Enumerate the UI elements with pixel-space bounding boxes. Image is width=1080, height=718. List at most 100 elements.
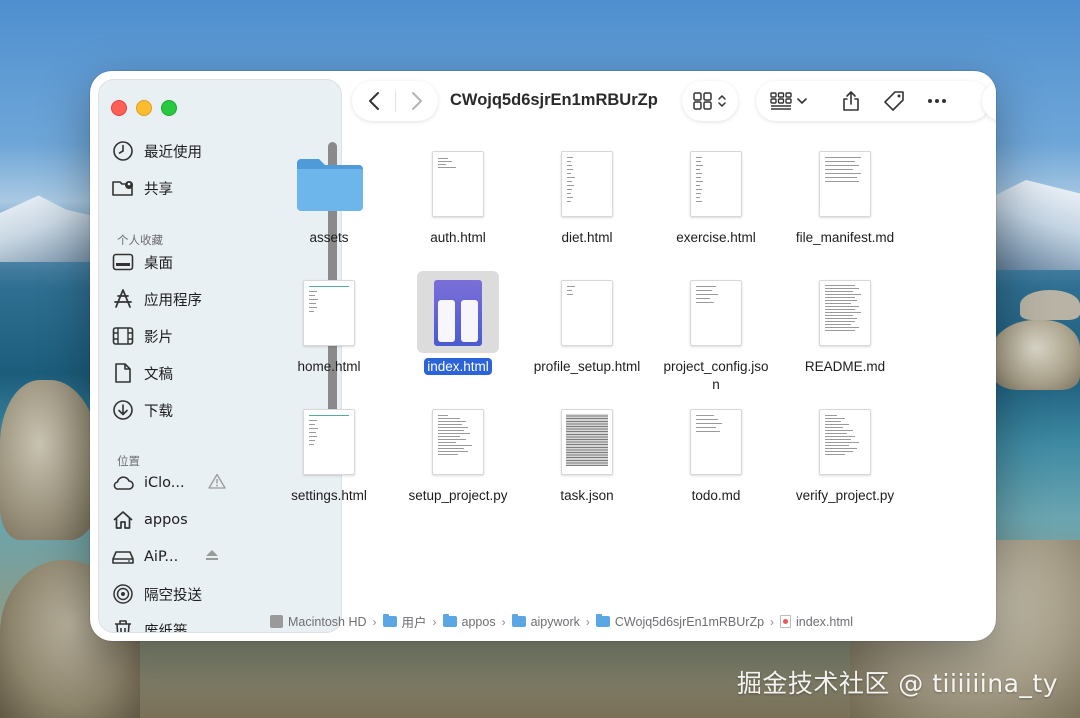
chevron-right-icon: › bbox=[770, 614, 775, 629]
close-button[interactable] bbox=[111, 100, 127, 116]
sidebar-item-applications[interactable]: 应用程序 bbox=[111, 284, 202, 314]
wallpaper-mountain bbox=[990, 180, 1080, 270]
file-name: project_config.jso n bbox=[651, 358, 781, 394]
back-button[interactable] bbox=[353, 91, 395, 111]
chevron-down-icon bbox=[797, 98, 807, 105]
sidebar-item-label: appos bbox=[144, 512, 188, 528]
desktop-icon bbox=[111, 250, 135, 274]
folder-icon bbox=[382, 614, 397, 627]
path-bar: Macintosh HD › 用户 › appos › aipywork › C… bbox=[270, 612, 853, 631]
zoom-button[interactable] bbox=[161, 100, 177, 116]
path-segment-label: CWojq5d6sjrEn1mRBUrZp bbox=[614, 614, 765, 629]
path-segment-label: appos bbox=[461, 614, 496, 629]
wallpaper-rock bbox=[990, 320, 1080, 390]
file-name: index.html bbox=[393, 358, 523, 376]
grid-view-icon bbox=[693, 92, 712, 110]
window-title: CWojq5d6sjrEn1mRBUrZp bbox=[450, 91, 658, 109]
more-icon bbox=[928, 99, 946, 103]
forward-button[interactable] bbox=[396, 91, 438, 111]
sidebar-item-label: AiP... bbox=[144, 549, 179, 565]
path-segment[interactable]: Macintosh HD bbox=[270, 615, 367, 629]
view-mode-button[interactable] bbox=[682, 81, 738, 121]
file-thumbnail bbox=[690, 280, 742, 346]
finder-window: 最近使用 共享 个人收藏 桌面 应用程序 影片 文稿 下载 位置 iClo...… bbox=[90, 71, 996, 641]
sidebar-item-trash[interactable]: 废纸篓 bbox=[111, 615, 188, 633]
sidebar-item-recents[interactable]: 最近使用 bbox=[111, 136, 202, 166]
dense-text-preview bbox=[566, 414, 608, 466]
trash-icon bbox=[111, 618, 135, 632]
file-name: todo.md bbox=[691, 488, 741, 503]
path-segment-label: 用户 bbox=[401, 616, 427, 630]
file-thumbnail bbox=[819, 280, 871, 346]
tag-icon bbox=[884, 91, 904, 111]
file-thumbnail bbox=[561, 151, 613, 217]
sidebar-section-locations: 位置 bbox=[117, 454, 140, 468]
eject-icon[interactable] bbox=[205, 549, 219, 565]
chevron-right-icon bbox=[411, 92, 422, 110]
more-button[interactable] bbox=[927, 98, 947, 104]
file-name-selected: index.html bbox=[424, 358, 492, 375]
group-button[interactable] bbox=[770, 92, 807, 110]
file-name: auth.html bbox=[430, 230, 486, 245]
applications-icon bbox=[111, 287, 135, 311]
file-name-line: project_config.jso bbox=[663, 359, 769, 374]
sidebar-item-documents[interactable]: 文稿 bbox=[111, 358, 173, 388]
shared-folder-icon bbox=[111, 176, 135, 200]
actions-group bbox=[756, 81, 990, 121]
chevron-right-icon: › bbox=[372, 614, 377, 629]
movies-icon bbox=[111, 324, 135, 348]
path-segment-label: aipywork bbox=[530, 614, 580, 629]
file-name: settings.html bbox=[291, 488, 367, 503]
share-button[interactable] bbox=[841, 90, 861, 112]
toolbar: CWojq5d6sjrEn1mRBUrZp bbox=[352, 79, 996, 123]
file-name: exercise.html bbox=[676, 230, 756, 245]
clock-icon bbox=[111, 139, 135, 163]
chevron-right-icon: › bbox=[432, 614, 437, 629]
watermark: 掘金技术社区 @ tiiiiiina_ty bbox=[736, 669, 1058, 698]
sidebar-item-drive[interactable]: AiP... bbox=[111, 542, 219, 572]
chevron-updown-icon bbox=[718, 94, 726, 108]
sidebar-item-airdrop[interactable]: 隔空投送 bbox=[111, 579, 202, 609]
path-segment[interactable]: CWojq5d6sjrEn1mRBUrZp bbox=[595, 614, 765, 629]
sidebar-item-movies[interactable]: 影片 bbox=[111, 321, 173, 351]
path-segment[interactable]: 用户 bbox=[382, 612, 427, 631]
icloud-icon bbox=[111, 471, 135, 495]
sidebar-item-downloads[interactable]: 下载 bbox=[111, 395, 173, 425]
file-name: verify_project.py bbox=[795, 488, 895, 503]
hard-drive-icon bbox=[270, 615, 283, 628]
file-thumbnail bbox=[690, 151, 742, 217]
path-segment-label: Macintosh HD bbox=[288, 614, 367, 629]
file-thumbnail bbox=[561, 280, 613, 346]
sidebar-item-label: 隔空投送 bbox=[144, 587, 202, 604]
html-preview-icon bbox=[434, 280, 482, 346]
sidebar-item-label: 影片 bbox=[144, 329, 173, 346]
minimize-button[interactable] bbox=[136, 100, 152, 116]
tag-button[interactable] bbox=[883, 90, 905, 112]
file-thumbnail bbox=[432, 151, 484, 217]
sidebar-item-desktop[interactable]: 桌面 bbox=[111, 247, 173, 277]
path-segment[interactable]: index.html bbox=[780, 615, 853, 629]
warning-icon bbox=[207, 473, 226, 493]
window-controls bbox=[111, 100, 177, 116]
sidebar-item-shared[interactable]: 共享 bbox=[111, 173, 173, 203]
wallpaper-rock bbox=[0, 380, 100, 540]
group-icon bbox=[770, 92, 792, 110]
file-thumbnail bbox=[819, 151, 871, 217]
sidebar-section-favorites: 个人收藏 bbox=[117, 233, 163, 247]
file-name: setup_project.py bbox=[408, 488, 508, 503]
sidebar-item-label: iClo... bbox=[144, 475, 185, 491]
path-segment[interactable]: aipywork bbox=[511, 614, 580, 629]
sidebar-item-label: 废纸篓 bbox=[144, 623, 188, 633]
wallpaper-rock bbox=[1020, 290, 1080, 320]
folder-icon bbox=[442, 614, 457, 627]
sidebar-item-label: 共享 bbox=[144, 181, 173, 198]
file-thumbnail bbox=[819, 409, 871, 475]
sidebar-item-icloud[interactable]: iClo... bbox=[111, 468, 226, 498]
path-segment[interactable]: appos bbox=[442, 614, 496, 629]
airdrop-icon bbox=[111, 582, 135, 606]
drive-icon bbox=[111, 545, 135, 569]
sidebar-item-home[interactable]: appos bbox=[111, 505, 188, 535]
folder-icon bbox=[511, 614, 526, 627]
file-name: diet.html bbox=[561, 230, 613, 245]
home-icon bbox=[111, 508, 135, 532]
